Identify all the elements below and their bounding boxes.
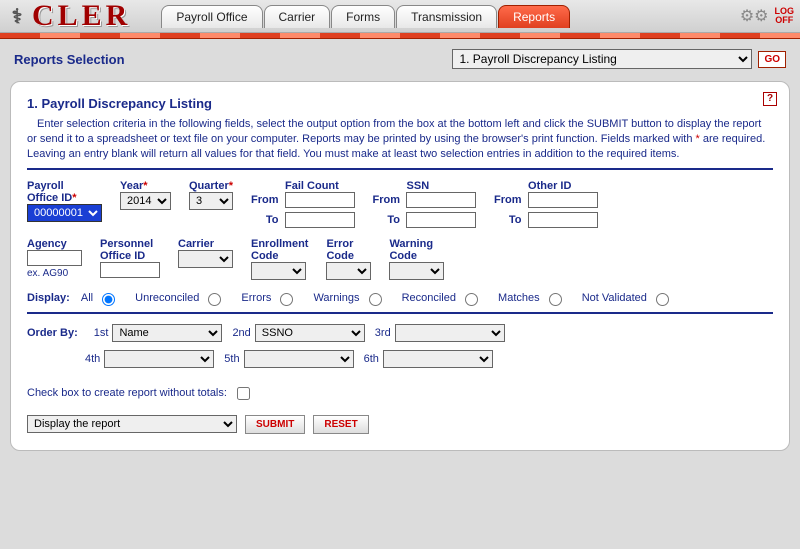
field-ssn: SSN From To [373, 180, 477, 228]
brand-logo: CLER [32, 0, 131, 33]
field-quarter: Quarter* 3 [189, 180, 233, 210]
subheader: Reports Selection 1. Payroll Discrepancy… [0, 39, 800, 75]
agency-example: ex. AG90 [27, 268, 82, 279]
field-fail-count: Fail Count From To [251, 180, 355, 228]
quarter-select[interactable]: 3 [189, 192, 233, 210]
year-select[interactable]: 2014 [120, 192, 171, 210]
order-6-select[interactable] [383, 350, 493, 368]
display-errors-radio[interactable] [280, 293, 293, 306]
display-matches-radio[interactable] [549, 293, 562, 306]
divider-2 [27, 312, 773, 314]
page-title: Reports Selection [14, 52, 125, 67]
field-personnel-office-id: Personnel Office ID [100, 238, 160, 278]
field-error-code: Error Code [326, 238, 371, 280]
display-notvalidated-radio[interactable] [656, 293, 669, 306]
display-reconciled-radio[interactable] [465, 293, 478, 306]
fail-count-from[interactable] [285, 192, 355, 208]
output-option-select[interactable]: Display the report [27, 415, 237, 433]
field-carrier: Carrier [178, 238, 233, 268]
order-2-select[interactable]: SSNO [255, 324, 365, 342]
warning-code-select[interactable] [389, 262, 444, 280]
go-button[interactable]: GO [758, 51, 786, 68]
tab-payroll-office[interactable]: Payroll Office [161, 5, 262, 28]
reset-button[interactable]: RESET [313, 415, 368, 434]
field-agency: Agency ex. AG90 [27, 238, 82, 279]
ssn-from[interactable] [406, 192, 476, 208]
order-4-select[interactable] [104, 350, 214, 368]
help-icon[interactable]: ? [763, 92, 777, 106]
tab-reports[interactable]: Reports [498, 5, 570, 28]
payroll-office-id-select[interactable]: 00000001 [27, 204, 102, 222]
main-tabs: Payroll Office Carrier Forms Transmissio… [161, 5, 571, 28]
tab-forms[interactable]: Forms [331, 5, 395, 28]
error-code-select[interactable] [326, 262, 371, 280]
carrier-select[interactable] [178, 250, 233, 268]
without-totals-checkbox[interactable] [237, 387, 250, 400]
divider [27, 168, 773, 170]
other-id-to[interactable] [528, 212, 598, 228]
order-section: Order By: 1stName 2ndSSNO 3rd 4th 5th 6t… [27, 324, 773, 368]
top-bar: ⚕ CLER Payroll Office Carrier Forms Tran… [0, 0, 800, 33]
field-enrollment-code: Enrollment Code [251, 238, 308, 280]
field-warning-code: Warning Code [389, 238, 444, 280]
field-year: Year* 2014 [120, 180, 171, 210]
report-select[interactable]: 1. Payroll Discrepancy Listing [452, 49, 752, 69]
order-1-select[interactable]: Name [112, 324, 222, 342]
display-unreconciled-radio[interactable] [208, 293, 221, 306]
report-panel: ? 1. Payroll Discrepancy Listing Enter s… [10, 81, 790, 451]
fail-count-to[interactable] [285, 212, 355, 228]
display-row: Display: All Unreconciled Errors Warning… [27, 290, 773, 306]
action-row: Display the report SUBMIT RESET [27, 415, 773, 434]
checkbox-row: Check box to create report without total… [27, 384, 773, 403]
tab-transmission[interactable]: Transmission [396, 5, 497, 28]
field-other-id: Other ID From To [494, 180, 598, 228]
logoff-button[interactable]: LOG OFF [775, 7, 795, 25]
submit-button[interactable]: SUBMIT [245, 415, 305, 434]
criteria-row-2: Agency ex. AG90 Personnel Office ID Carr… [27, 238, 773, 280]
ssn-to[interactable] [406, 212, 476, 228]
personnel-office-id-input[interactable] [100, 262, 160, 278]
enrollment-code-select[interactable] [251, 262, 306, 280]
order-3-select[interactable] [395, 324, 505, 342]
gears-icon: ⚙⚙ [740, 6, 769, 26]
display-all-radio[interactable] [102, 293, 115, 306]
tab-carrier[interactable]: Carrier [264, 5, 331, 28]
panel-title: 1. Payroll Discrepancy Listing [27, 96, 773, 111]
agency-input[interactable] [27, 250, 82, 266]
criteria-row-1: Payroll Office ID* 00000001 Year* 2014 Q… [27, 180, 773, 228]
caduceus-icon: ⚕ [6, 2, 28, 30]
field-payroll-office-id: Payroll Office ID* 00000001 [27, 180, 102, 222]
intro-text: Enter selection criteria in the followin… [27, 117, 773, 162]
other-id-from[interactable] [528, 192, 598, 208]
order-5-select[interactable] [244, 350, 354, 368]
display-warnings-radio[interactable] [369, 293, 382, 306]
